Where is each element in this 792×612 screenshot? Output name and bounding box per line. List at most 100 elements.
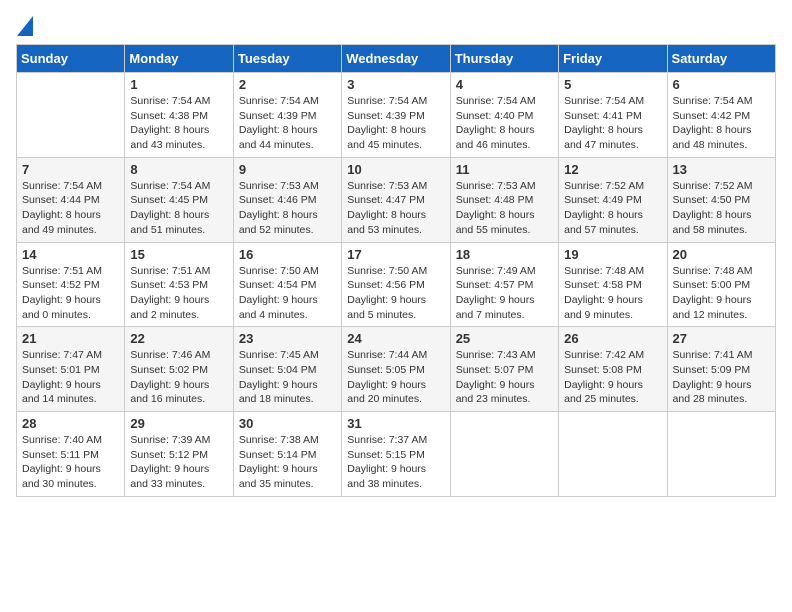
day-number: 20 xyxy=(673,247,770,262)
calendar-cell xyxy=(17,73,125,158)
calendar-cell: 14Sunrise: 7:51 AMSunset: 4:52 PMDayligh… xyxy=(17,242,125,327)
day-number: 17 xyxy=(347,247,444,262)
calendar-cell: 23 Sunrise: 7:45 AMSunset: 5:04 PMDayligh… xyxy=(233,327,341,412)
day-number: 29 xyxy=(130,416,227,431)
day-number: 7 xyxy=(22,162,119,177)
calendar-cell xyxy=(559,412,667,497)
calendar-cell: 30 Sunrise: 7:38 AMSunset: 5:14 PMDayligh… xyxy=(233,412,341,497)
calendar-cell: 24Sunrise: 7:44 AMSunset: 5:05 PMDayligh… xyxy=(342,327,450,412)
calendar-cell: 16Sunrise: 7:50 AMSunset: 4:54 PMDayligh… xyxy=(233,242,341,327)
calendar-cell: 29 Sunrise: 7:39 AMSunset: 5:12 PMDayligh… xyxy=(125,412,233,497)
calendar-cell: 10Sunrise: 7:53 AMSunset: 4:47 PMDayligh… xyxy=(342,157,450,242)
calendar-cell: 15 Sunrise: 7:51 AMSunset: 4:53 PMDayligh… xyxy=(125,242,233,327)
calendar-cell: 11 Sunrise: 7:53 AMSunset: 4:48 PMDayligh… xyxy=(450,157,558,242)
day-number: 23 xyxy=(239,331,336,346)
logo-triangle-icon xyxy=(17,16,33,36)
day-info: Sunrise: 7:45 AMSunset: 5:04 PMDaylight:… xyxy=(239,348,336,407)
calendar-cell: 7 Sunrise: 7:54 AMSunset: 4:44 PMDaylight… xyxy=(17,157,125,242)
weekday-header: Monday xyxy=(125,45,233,73)
calendar-week-row: 14Sunrise: 7:51 AMSunset: 4:52 PMDayligh… xyxy=(17,242,776,327)
day-info: Sunrise: 7:52 AMSunset: 4:49 PMDaylight:… xyxy=(564,179,661,238)
page-header xyxy=(16,16,776,32)
day-number: 15 xyxy=(130,247,227,262)
calendar-cell: 2 Sunrise: 7:54 AMSunset: 4:39 PMDaylight… xyxy=(233,73,341,158)
day-info: Sunrise: 7:42 AMSunset: 5:08 PMDaylight:… xyxy=(564,348,661,407)
calendar-cell xyxy=(450,412,558,497)
calendar-cell: 9Sunrise: 7:53 AMSunset: 4:46 PMDaylight… xyxy=(233,157,341,242)
calendar-cell: 31 Sunrise: 7:37 AMSunset: 5:15 PMDayligh… xyxy=(342,412,450,497)
calendar-cell: 1 Sunrise: 7:54 AMSunset: 4:38 PMDaylight… xyxy=(125,73,233,158)
day-info: Sunrise: 7:38 AMSunset: 5:14 PMDaylight:… xyxy=(239,433,336,492)
calendar-week-row: 21 Sunrise: 7:47 AMSunset: 5:01 PMDayligh… xyxy=(17,327,776,412)
day-number: 28 xyxy=(22,416,119,431)
day-info: Sunrise: 7:40 AMSunset: 5:11 PMDaylight:… xyxy=(22,433,119,492)
day-info: Sunrise: 7:54 AMSunset: 4:44 PMDaylight:… xyxy=(22,179,119,238)
day-number: 26 xyxy=(564,331,661,346)
day-info: Sunrise: 7:52 AMSunset: 4:50 PMDaylight:… xyxy=(673,179,770,238)
calendar-cell: 5 Sunrise: 7:54 AMSunset: 4:41 PMDaylight… xyxy=(559,73,667,158)
calendar-cell: 17Sunrise: 7:50 AMSunset: 4:56 PMDayligh… xyxy=(342,242,450,327)
day-number: 4 xyxy=(456,77,553,92)
calendar-cell: 13 Sunrise: 7:52 AMSunset: 4:50 PMDayligh… xyxy=(667,157,775,242)
day-number: 1 xyxy=(130,77,227,92)
day-number: 5 xyxy=(564,77,661,92)
day-number: 11 xyxy=(456,162,553,177)
day-number: 31 xyxy=(347,416,444,431)
weekday-header: Sunday xyxy=(17,45,125,73)
logo xyxy=(16,16,34,32)
weekday-header: Friday xyxy=(559,45,667,73)
calendar-cell: 22 Sunrise: 7:46 AMSunset: 5:02 PMDayligh… xyxy=(125,327,233,412)
calendar-cell: 28 Sunrise: 7:40 AMSunset: 5:11 PMDayligh… xyxy=(17,412,125,497)
day-info: Sunrise: 7:39 AMSunset: 5:12 PMDaylight:… xyxy=(130,433,227,492)
day-info: Sunrise: 7:54 AMSunset: 4:41 PMDaylight:… xyxy=(564,94,661,153)
day-info: Sunrise: 7:41 AMSunset: 5:09 PMDaylight:… xyxy=(673,348,770,407)
day-number: 13 xyxy=(673,162,770,177)
calendar-week-row: 28 Sunrise: 7:40 AMSunset: 5:11 PMDayligh… xyxy=(17,412,776,497)
calendar-cell xyxy=(667,412,775,497)
day-number: 24 xyxy=(347,331,444,346)
weekday-header: Thursday xyxy=(450,45,558,73)
day-number: 10 xyxy=(347,162,444,177)
day-number: 12 xyxy=(564,162,661,177)
day-info: Sunrise: 7:43 AMSunset: 5:07 PMDaylight:… xyxy=(456,348,553,407)
day-info: Sunrise: 7:53 AMSunset: 4:46 PMDaylight:… xyxy=(239,179,336,238)
day-info: Sunrise: 7:48 AMSunset: 4:58 PMDaylight:… xyxy=(564,264,661,323)
calendar-cell: 18 Sunrise: 7:49 AMSunset: 4:57 PMDayligh… xyxy=(450,242,558,327)
weekday-header: Wednesday xyxy=(342,45,450,73)
calendar-table: SundayMondayTuesdayWednesdayThursdayFrid… xyxy=(16,44,776,497)
day-info: Sunrise: 7:53 AMSunset: 4:48 PMDaylight:… xyxy=(456,179,553,238)
day-info: Sunrise: 7:46 AMSunset: 5:02 PMDaylight:… xyxy=(130,348,227,407)
day-info: Sunrise: 7:54 AMSunset: 4:39 PMDaylight:… xyxy=(239,94,336,153)
day-number: 16 xyxy=(239,247,336,262)
day-number: 3 xyxy=(347,77,444,92)
day-number: 27 xyxy=(673,331,770,346)
day-info: Sunrise: 7:54 AMSunset: 4:42 PMDaylight:… xyxy=(673,94,770,153)
day-info: Sunrise: 7:54 AMSunset: 4:45 PMDaylight:… xyxy=(130,179,227,238)
day-number: 2 xyxy=(239,77,336,92)
day-number: 18 xyxy=(456,247,553,262)
day-info: Sunrise: 7:49 AMSunset: 4:57 PMDaylight:… xyxy=(456,264,553,323)
day-number: 22 xyxy=(130,331,227,346)
day-info: Sunrise: 7:47 AMSunset: 5:01 PMDaylight:… xyxy=(22,348,119,407)
calendar-cell: 21 Sunrise: 7:47 AMSunset: 5:01 PMDayligh… xyxy=(17,327,125,412)
day-number: 30 xyxy=(239,416,336,431)
calendar-cell: 12 Sunrise: 7:52 AMSunset: 4:49 PMDayligh… xyxy=(559,157,667,242)
day-number: 14 xyxy=(22,247,119,262)
calendar-week-row: 7 Sunrise: 7:54 AMSunset: 4:44 PMDaylight… xyxy=(17,157,776,242)
calendar-cell: 27 Sunrise: 7:41 AMSunset: 5:09 PMDayligh… xyxy=(667,327,775,412)
calendar-week-row: 1 Sunrise: 7:54 AMSunset: 4:38 PMDaylight… xyxy=(17,73,776,158)
day-info: Sunrise: 7:51 AMSunset: 4:53 PMDaylight:… xyxy=(130,264,227,323)
day-number: 6 xyxy=(673,77,770,92)
calendar-header-row: SundayMondayTuesdayWednesdayThursdayFrid… xyxy=(17,45,776,73)
day-info: Sunrise: 7:48 AMSunset: 5:00 PMDaylight:… xyxy=(673,264,770,323)
calendar-cell: 3 Sunrise: 7:54 AMSunset: 4:39 PMDaylight… xyxy=(342,73,450,158)
day-info: Sunrise: 7:54 AMSunset: 4:38 PMDaylight:… xyxy=(130,94,227,153)
calendar-cell: 20 Sunrise: 7:48 AMSunset: 5:00 PMDayligh… xyxy=(667,242,775,327)
day-number: 21 xyxy=(22,331,119,346)
calendar-cell: 4Sunrise: 7:54 AMSunset: 4:40 PMDaylight… xyxy=(450,73,558,158)
day-info: Sunrise: 7:37 AMSunset: 5:15 PMDaylight:… xyxy=(347,433,444,492)
calendar-cell: 6 Sunrise: 7:54 AMSunset: 4:42 PMDaylight… xyxy=(667,73,775,158)
calendar-cell: 26 Sunrise: 7:42 AMSunset: 5:08 PMDayligh… xyxy=(559,327,667,412)
day-info: Sunrise: 7:54 AMSunset: 4:39 PMDaylight:… xyxy=(347,94,444,153)
day-number: 25 xyxy=(456,331,553,346)
